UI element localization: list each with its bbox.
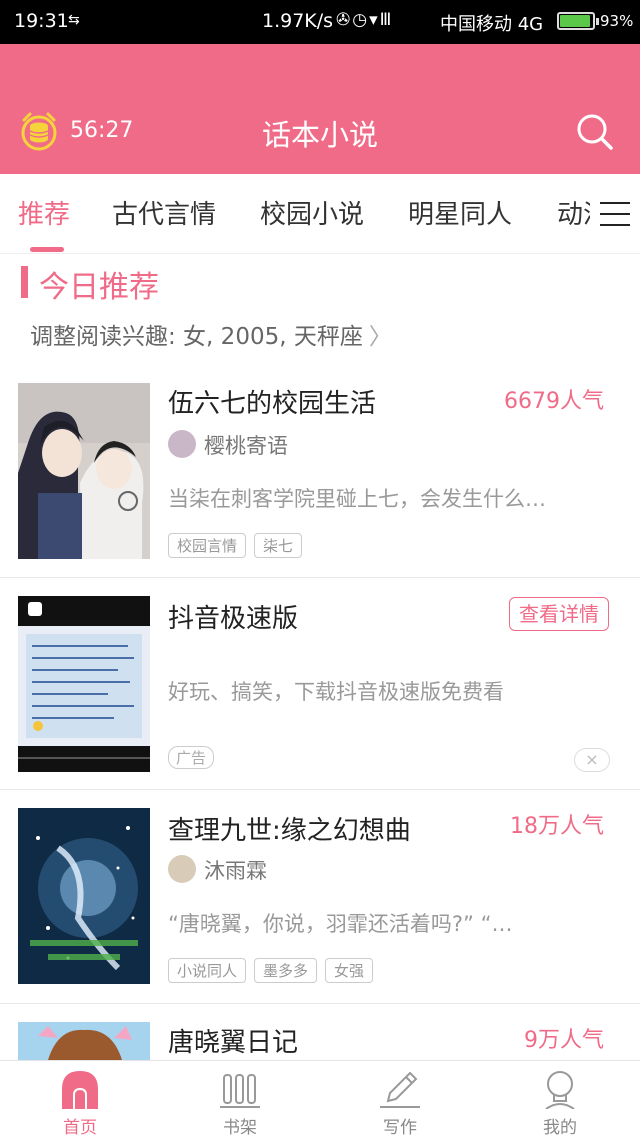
- avatar: [168, 430, 196, 458]
- bottom-navigation: 首页 书架 写作 我的: [0, 1060, 640, 1138]
- search-icon[interactable]: [576, 113, 614, 151]
- tag[interactable]: 校园言情: [168, 533, 247, 558]
- avatar: [168, 855, 196, 883]
- tag[interactable]: 柒七: [254, 533, 303, 558]
- battery-level: [560, 15, 590, 27]
- section-title: 今日推荐: [39, 270, 159, 305]
- carrier-label: 中国移动 4G: [440, 14, 544, 35]
- ad-description: 好玩、搞笑，下载抖音极速版免费看: [168, 680, 504, 704]
- network-speed: 1.97K/s: [262, 10, 334, 32]
- chevron-right-icon: 〉: [368, 324, 392, 350]
- book-title: 伍六七的校园生活: [168, 389, 377, 419]
- tag[interactable]: 女强: [325, 958, 374, 983]
- menu-icon[interactable]: [600, 202, 630, 226]
- ad-badge: 广告: [168, 746, 215, 769]
- popularity-count: 9万人气: [524, 1028, 604, 1053]
- bookshelf-icon: [220, 1074, 260, 1108]
- book-cover: [18, 1022, 150, 1060]
- battery-percent: 93%: [600, 12, 634, 30]
- nav-home[interactable]: 首页: [0, 1061, 160, 1138]
- page-title: 话本小说: [261, 118, 378, 152]
- clock: 19:31: [14, 10, 69, 32]
- tag[interactable]: 小说同人: [168, 958, 247, 983]
- nav-label: 我的: [543, 1118, 577, 1138]
- popularity-count: 18万人气: [510, 814, 604, 839]
- category-tabs: 推荐 古代言情 校园小说 明星同人 动漫: [0, 174, 640, 254]
- book-title: 唐晓翼日记: [168, 1028, 299, 1058]
- app-header: 56:27 话本小说: [0, 44, 640, 174]
- nav-write[interactable]: 写作: [320, 1061, 480, 1138]
- status-bar: 19:31 ⇆ 1.97K/s ✇◷▾Ⅲ 中国移动 4G 93%: [0, 0, 640, 44]
- book-title: 查理九世:缘之幻想曲: [168, 816, 411, 846]
- section-marker: [21, 266, 28, 298]
- user-icon: [545, 1071, 575, 1109]
- book-cover: [18, 808, 150, 984]
- author-name: 樱桃寄语: [204, 434, 288, 458]
- nav-label: 写作: [383, 1118, 417, 1138]
- interest-label: 调整阅读兴趣: 女, 2005, 天秤座: [30, 324, 363, 350]
- nav-bookshelf[interactable]: 书架: [160, 1061, 320, 1138]
- popularity-count: 6679人气: [504, 389, 604, 414]
- adjust-interest-link[interactable]: 调整阅读兴趣: 女, 2005, 天秤座〉: [30, 317, 392, 351]
- author-name: 沐雨霖: [204, 859, 267, 883]
- home-icon: [62, 1071, 98, 1109]
- status-icons: ✇◷▾Ⅲ: [336, 10, 394, 30]
- book-card[interactable]: 查理九世:缘之幻想曲 18万人气 沐雨霖 “唐晓翼，你说，羽霏还活着吗?” “……: [0, 790, 640, 1004]
- tab-ancient-romance[interactable]: 古代言情: [112, 194, 216, 231]
- book-description: “唐晓翼，你说，羽霏还活着吗?” “…: [168, 912, 513, 936]
- pencil-icon: [380, 1071, 420, 1108]
- book-card[interactable]: 伍六七的校园生活 6679人气 樱桃寄语 当柒在刺客学院里碰上七，会发生什么… …: [0, 365, 640, 578]
- battery-icon: [557, 12, 599, 30]
- nav-label: 首页: [63, 1118, 97, 1138]
- book-cover: [18, 383, 150, 559]
- tag-list: 小说同人 墨多多 女强: [168, 958, 381, 983]
- tag-list: 校园言情 柒七: [168, 533, 310, 558]
- close-icon[interactable]: ×: [574, 748, 610, 772]
- tab-campus-novel[interactable]: 校园小说: [260, 194, 364, 231]
- nav-label: 书架: [223, 1118, 257, 1138]
- ad-image: [18, 596, 150, 772]
- tab-star-fanfic[interactable]: 明星同人: [408, 194, 512, 231]
- ad-card[interactable]: 抖音极速版 查看详情 好玩、搞笑，下载抖音极速版免费看 广告 ×: [0, 578, 640, 790]
- view-details-button[interactable]: 查看详情: [509, 597, 609, 631]
- notification-icon: ⇆: [68, 12, 80, 28]
- active-tab-indicator: [30, 247, 64, 252]
- book-card[interactable]: 唐晓翼日记 9万人气: [0, 1004, 640, 1060]
- book-description: 当柒在刺客学院里碰上七，会发生什么…: [168, 487, 546, 511]
- tag[interactable]: 墨多多: [254, 958, 318, 983]
- tab-recommend[interactable]: 推荐: [18, 194, 70, 231]
- ad-title: 抖音极速版: [168, 604, 299, 634]
- nav-profile[interactable]: 我的: [480, 1061, 640, 1138]
